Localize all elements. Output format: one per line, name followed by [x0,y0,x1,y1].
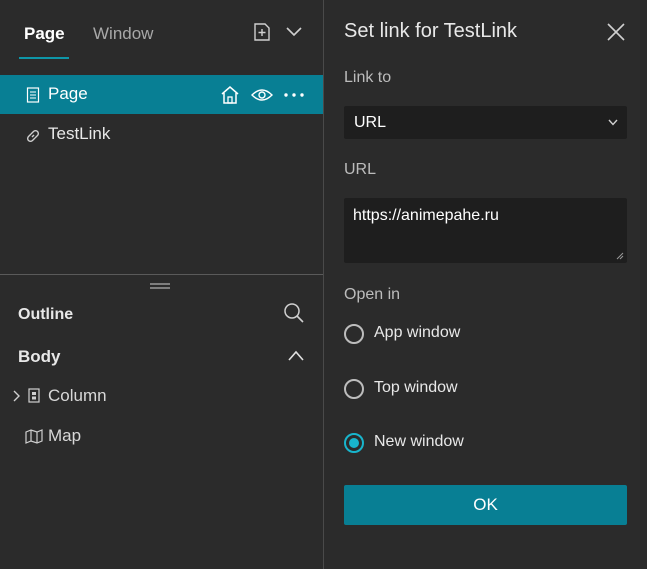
radio-button[interactable] [344,379,364,399]
radio-button[interactable] [344,324,364,344]
dialog-title: Set link for TestLink [344,20,518,42]
chevron-right-icon[interactable] [12,389,21,403]
radio-label: New window [374,433,464,450]
open-in-label: Open in [344,286,401,303]
url-input[interactable]: https://animepahe.ru [344,198,627,263]
outline-item-map[interactable]: Map [0,418,323,452]
page-list-item-label: TestLink [48,124,111,143]
outline-item-column[interactable]: Column [0,378,323,412]
link-to-label: Link to [344,69,392,86]
chevron-up-icon[interactable] [287,349,305,363]
radio-button-checked[interactable] [344,433,364,453]
more-icon[interactable] [283,92,305,98]
resize-handle-icon[interactable] [149,282,171,290]
radio-label: Top window [374,379,458,396]
radio-top-window[interactable]: Top window [344,376,627,402]
radio-label: App window [374,324,461,341]
outline-item-label: Map [48,426,82,445]
document-icon [26,87,40,103]
active-tab-indicator [19,57,69,59]
panel-tabs: Page Window [0,0,323,66]
url-label: URL [344,161,377,178]
map-icon [25,429,43,444]
close-icon[interactable] [606,22,626,42]
outline-section-body[interactable]: Body [18,347,61,367]
page-list-item-label: Page [48,84,88,103]
link-settings-dialog: Set link for TestLink Link to URL URL ht… [324,0,647,569]
outline-item-label: Column [48,386,107,405]
search-icon[interactable] [283,302,305,324]
page-panel: Page Window Page TestLink Outline Body C… [0,0,323,569]
column-icon [28,388,40,403]
chevron-down-icon[interactable] [285,24,303,38]
link-icon [26,129,40,143]
chevron-down-icon [608,119,618,126]
link-to-select[interactable]: URL [344,106,627,139]
resize-grip-icon[interactable] [616,252,624,260]
url-value: https://animepahe.ru [353,207,499,224]
page-list-item-testlink[interactable]: TestLink [0,116,323,152]
tab-page[interactable]: Page [24,24,65,44]
outline-title: Outline [18,306,74,323]
add-page-icon[interactable] [252,22,272,42]
panel-divider [0,274,323,275]
home-icon[interactable] [220,85,240,105]
radio-app-window[interactable]: App window [344,321,627,347]
ok-button[interactable]: OK [344,485,627,525]
tab-window[interactable]: Window [93,24,153,44]
link-to-value: URL [354,114,387,131]
page-list-item-page[interactable]: Page [0,75,323,114]
radio-new-window[interactable]: New window [344,430,627,456]
eye-icon[interactable] [251,87,273,103]
